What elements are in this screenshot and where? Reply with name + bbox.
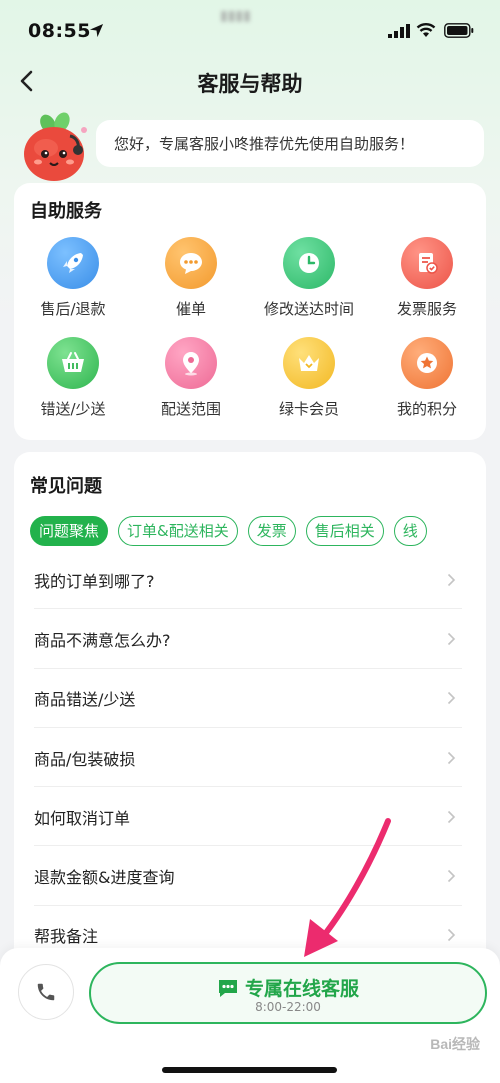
service-change-delivery-time[interactable]: 修改送达时间 [250, 237, 368, 319]
chevron-right-icon [447, 810, 456, 823]
chat-dots-icon [165, 237, 217, 289]
service-urge-order[interactable]: 催单 [132, 237, 250, 319]
faq-question: 商品错送/少送 [34, 690, 136, 710]
chevron-right-icon [447, 870, 456, 883]
invoice-icon [401, 237, 453, 289]
faq-item[interactable]: 商品错送/少送 [14, 669, 486, 729]
self-service-title: 自助服务 [30, 201, 102, 222]
chevron-right-icon [447, 632, 456, 646]
faq-item[interactable]: 如何取消订单 [14, 787, 486, 847]
cs-label: 专属在线客服 [244, 978, 359, 1000]
blurred-app-name: ▮▮▮▮ [220, 8, 251, 24]
greeting-bubble: 您好，专属客服小咚推荐优先使用自助服务！ [96, 120, 484, 167]
status-time: 08:55 [28, 20, 91, 42]
service-label: 发票服务 [396, 300, 457, 318]
tab-invoice[interactable]: 发票 [247, 516, 296, 546]
service-label: 催单 [175, 300, 206, 318]
chat-bubble-icon [218, 979, 237, 997]
faq-item[interactable]: 退款金额&进度查询 [14, 846, 486, 907]
faq-card: 常见问题 问题聚焦 订单&配送相关 发票 售后相关线 我的订单到哪了? 商品不满意怎么… [14, 452, 486, 1012]
faq-list: 我的订单到哪了? 商品不满意怎么办? 商品错送/少送 商品/包装破损 如何取消订… [14, 550, 486, 965]
faq-item[interactable]: 商品不满意怎么办? [14, 609, 486, 669]
service-delivery-range[interactable]: 配送范围 [132, 337, 250, 419]
faq-question: 帮我备注 [34, 927, 99, 947]
service-label: 错送/少送 [40, 400, 106, 418]
chevron-right-icon [447, 751, 456, 764]
service-label: 绿卡会员 [278, 400, 339, 418]
faq-title: 常见问题 [30, 476, 102, 497]
cs-hours: 8:00-22:00 [255, 1000, 321, 1014]
service-wrong-missing-delivery[interactable]: 错送/少送 [14, 337, 132, 419]
self-service-card: 自助服务 售后/退款 催单 修改送达时间 发票服务 错送/少送 配送范围 绿卡会… [14, 183, 486, 440]
service-label: 我的积分 [396, 400, 457, 418]
watermark: Bai经验 [430, 1036, 480, 1052]
faq-question: 我的订单到哪了? [34, 571, 155, 591]
clock-icon [283, 237, 335, 289]
service-my-points[interactable]: 我的积分 [368, 337, 486, 419]
cs-main-label: 专属在线客服 [91, 974, 485, 1001]
battery-icon [444, 23, 474, 38]
location-arrow-icon [89, 23, 104, 38]
service-after-sale-refund[interactable]: 售后/退款 [14, 237, 132, 319]
crown-icon [283, 337, 335, 389]
cellular-signal-icon [388, 24, 410, 38]
tab-order-delivery[interactable]: 订单&配送相关 [118, 516, 238, 546]
faq-question: 如何取消订单 [34, 808, 131, 828]
tab-more[interactable]: 线 [393, 516, 427, 546]
rocket-icon [47, 237, 99, 289]
service-label: 售后/退款 [40, 300, 106, 318]
tab-question-focus[interactable]: 问题聚焦 [30, 516, 109, 546]
phone-call-button[interactable] [18, 964, 74, 1020]
online-customer-service-button[interactable]: 专属在线客服 8:00-22:00 [89, 962, 487, 1024]
mascot-avatar [24, 112, 87, 181]
faq-item[interactable]: 我的订单到哪了? [14, 550, 486, 610]
faq-category-tabs: 问题聚焦 订单&配送相关 发票 售后相关线 [30, 516, 486, 548]
wifi-icon [416, 23, 436, 37]
basket-icon [47, 337, 99, 389]
service-label: 修改送达时间 [263, 300, 354, 318]
service-invoice[interactable]: 发票服务 [368, 237, 486, 319]
bottom-action-bar: 专属在线客服 8:00-22:00 [0, 948, 500, 1083]
faq-item[interactable]: 商品/包装破损 [14, 728, 486, 788]
chevron-right-icon [447, 573, 456, 586]
greeting-text: 您好，专属客服小咚推荐优先使用自助服务！ [114, 135, 415, 153]
star-badge-icon [401, 337, 453, 389]
page-title: 客服与帮助 [197, 72, 303, 96]
chevron-right-icon [447, 929, 456, 942]
phone-icon [37, 983, 55, 1001]
chevron-right-icon [447, 692, 456, 705]
faq-question: 退款金额&进度查询 [34, 868, 175, 888]
faq-question: 商品/包装破损 [34, 749, 136, 769]
location-pin-icon [165, 337, 217, 389]
home-indicator [162, 1067, 337, 1073]
service-label: 配送范围 [160, 400, 221, 418]
tab-after-sale[interactable]: 售后相关 [305, 516, 384, 546]
faq-question: 商品不满意怎么办? [34, 630, 171, 650]
status-bar: 08:55 ▮▮▮▮ [0, 0, 500, 62]
service-green-card-membership[interactable]: 绿卡会员 [250, 337, 368, 419]
